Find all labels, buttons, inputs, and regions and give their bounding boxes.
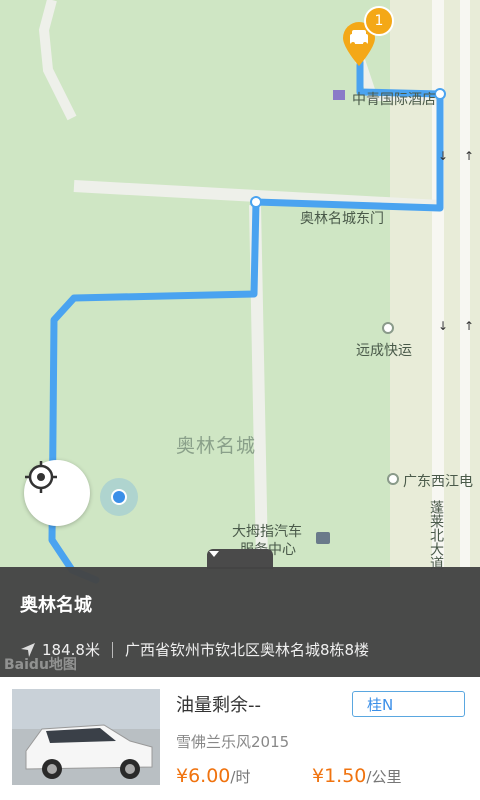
price-hour-unit: /时: [230, 768, 251, 786]
map-label-express[interactable]: 远成快运: [356, 340, 412, 360]
price-per-hour: ¥6.00 /时: [176, 765, 250, 787]
fuel-remaining: 油量剩余--: [176, 695, 261, 716]
svg-text:↑: ↑: [464, 149, 474, 163]
price-per-km: ¥1.50 /公里: [312, 765, 401, 787]
map-label-guangdong[interactable]: 广东西江电: [403, 471, 473, 491]
crosshair-icon: [25, 461, 57, 493]
chevron-down-icon: [209, 551, 219, 557]
car-count-badge: 1: [364, 6, 394, 36]
svg-text:↓: ↓: [438, 149, 448, 163]
svg-text:↓: ↓: [438, 319, 448, 333]
price-hour-amount: ¥6.00: [176, 765, 231, 787]
user-location-icon: [100, 478, 138, 516]
divider: [111, 641, 113, 658]
price-km-unit: /公里: [366, 768, 402, 786]
car-model: 雪佛兰乐风2015: [176, 733, 290, 751]
map-label-east-gate[interactable]: 奥林名城东门: [300, 208, 384, 228]
location-address: 广西省钦州市钦北区奥林名城8栋8楼: [124, 641, 370, 659]
map-label-hotel[interactable]: 中青国际酒店: [352, 89, 436, 109]
map-label-road: 蓬莱北大道: [428, 500, 444, 570]
svg-text:↑: ↑: [464, 319, 474, 333]
location-title: 奥林名城: [20, 595, 92, 616]
map-label-service-center-1[interactable]: 大拇指汽车: [232, 521, 302, 541]
locate-button[interactable]: [24, 460, 90, 526]
map-label-area: 奥林名城: [176, 435, 257, 457]
car-card[interactable]: 油量剩余-- 桂N 雪佛兰乐风2015 ¥6.00 /时 ¥1.50 /公里: [0, 677, 480, 800]
car-photo: [12, 689, 160, 785]
license-plate: 桂N: [352, 691, 465, 717]
price-km-amount: ¥1.50: [312, 765, 367, 787]
collapse-panel-button[interactable]: [207, 549, 273, 569]
baidu-map-logo: Baidu地图: [4, 657, 77, 673]
